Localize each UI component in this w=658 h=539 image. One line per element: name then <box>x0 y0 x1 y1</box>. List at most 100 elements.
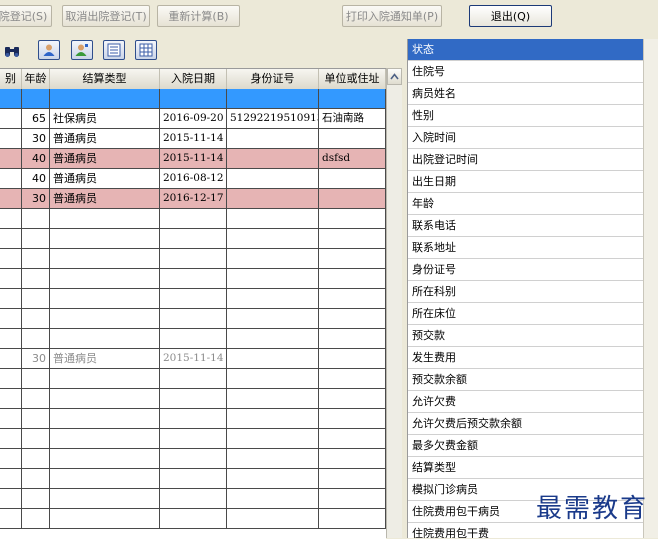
cell-date[interactable] <box>160 509 227 528</box>
table-row[interactable]: 40 普通病员 2016-08-12 <box>0 169 386 189</box>
cell-sex[interactable] <box>0 469 22 488</box>
cell-addr[interactable] <box>319 349 386 368</box>
cell-type[interactable] <box>50 449 160 468</box>
cell-age[interactable]: 65 <box>22 109 50 128</box>
cell-type[interactable]: 普通病员 <box>50 189 160 208</box>
cell-sex[interactable] <box>0 109 22 128</box>
field-item[interactable]: 病员姓名 <box>408 83 644 105</box>
cell-id[interactable]: 5129221951091317 <box>227 109 319 128</box>
cell-type[interactable] <box>50 509 160 528</box>
binoculars-icon[interactable] <box>4 44 20 61</box>
header-address[interactable]: 单位或住址 <box>319 69 386 89</box>
cell-age[interactable] <box>22 249 50 268</box>
cell-id[interactable] <box>227 469 319 488</box>
field-item[interactable]: 联系电话 <box>408 215 644 237</box>
cell-sex[interactable] <box>0 249 22 268</box>
cell-age[interactable] <box>22 329 50 348</box>
patient-add-button[interactable] <box>71 40 93 60</box>
cell-sex[interactable] <box>0 149 22 168</box>
cell-type[interactable] <box>50 489 160 508</box>
cell-date[interactable]: 2016-12-17 <box>160 189 227 208</box>
cell-type[interactable] <box>50 209 160 228</box>
field-item[interactable]: 性别 <box>408 105 644 127</box>
cell-sex[interactable] <box>0 389 22 408</box>
cell-date[interactable] <box>160 409 227 428</box>
cell-date[interactable] <box>160 389 227 408</box>
table-row[interactable] <box>0 369 386 389</box>
cell-date[interactable] <box>160 489 227 508</box>
cell-id[interactable] <box>227 189 319 208</box>
cell-sex[interactable] <box>0 369 22 388</box>
table-row[interactable] <box>0 329 386 349</box>
cell-sex[interactable] <box>0 269 22 288</box>
cell-age[interactable] <box>22 509 50 528</box>
field-item[interactable]: 预交款 <box>408 325 644 347</box>
cell-age[interactable] <box>22 289 50 308</box>
table-row[interactable] <box>0 509 386 529</box>
cell-date[interactable] <box>160 329 227 348</box>
cell-type[interactable] <box>50 269 160 288</box>
cell-id[interactable] <box>227 409 319 428</box>
table-row[interactable] <box>0 309 386 329</box>
cell-id[interactable] <box>227 229 319 248</box>
patient-grid[interactable]: 别 年龄 结算类型 入院日期 身份证号 单位或住址 65 社保病员 2016-09-… <box>0 68 386 539</box>
cell-age[interactable]: 30 <box>22 189 50 208</box>
cell-addr[interactable] <box>319 449 386 468</box>
cell-type[interactable] <box>50 289 160 308</box>
table-row[interactable] <box>0 249 386 269</box>
cell-addr[interactable] <box>319 169 386 188</box>
cell-id[interactable] <box>227 369 319 388</box>
cell-sex[interactable] <box>0 349 22 368</box>
cell-addr[interactable] <box>319 489 386 508</box>
cell-id[interactable] <box>227 149 319 168</box>
table-row[interactable] <box>0 489 386 509</box>
cell-type[interactable] <box>50 89 160 108</box>
cell-date[interactable]: 2016-09-20 <box>160 109 227 128</box>
cell-sex[interactable] <box>0 229 22 248</box>
cell-age[interactable] <box>22 449 50 468</box>
list-view-button[interactable] <box>103 40 125 60</box>
cell-addr[interactable] <box>319 189 386 208</box>
field-list-scrollbar[interactable] <box>643 39 658 538</box>
field-item[interactable]: 允许欠费 <box>408 391 644 413</box>
cell-addr[interactable] <box>319 89 386 108</box>
field-item[interactable]: 住院号 <box>408 61 644 83</box>
cell-sex[interactable] <box>0 209 22 228</box>
cell-age[interactable] <box>22 229 50 248</box>
cell-age[interactable] <box>22 409 50 428</box>
field-item[interactable]: 所在科别 <box>408 281 644 303</box>
cell-date[interactable] <box>160 469 227 488</box>
cell-date[interactable] <box>160 209 227 228</box>
cell-addr[interactable]: dsfsd <box>319 149 386 168</box>
cell-id[interactable] <box>227 249 319 268</box>
table-row[interactable] <box>0 449 386 469</box>
exit-button[interactable]: 退出(Q) <box>469 5 552 27</box>
cell-sex[interactable] <box>0 169 22 188</box>
cell-age[interactable] <box>22 469 50 488</box>
cell-age[interactable] <box>22 369 50 388</box>
table-row[interactable] <box>0 429 386 449</box>
header-admission-date[interactable]: 入院日期 <box>160 69 227 89</box>
table-row[interactable] <box>0 209 386 229</box>
cell-addr[interactable] <box>319 329 386 348</box>
cell-age[interactable]: 30 <box>22 349 50 368</box>
cell-sex[interactable] <box>0 309 22 328</box>
cell-date[interactable] <box>160 369 227 388</box>
cell-id[interactable] <box>227 329 319 348</box>
field-item[interactable]: 联系地址 <box>408 237 644 259</box>
cell-sex[interactable] <box>0 89 22 108</box>
cell-type[interactable] <box>50 429 160 448</box>
cell-addr[interactable] <box>319 249 386 268</box>
cell-sex[interactable] <box>0 509 22 528</box>
cell-age[interactable] <box>22 269 50 288</box>
cell-id[interactable] <box>227 309 319 328</box>
cell-addr[interactable]: 石油南路 <box>319 109 386 128</box>
cell-addr[interactable] <box>319 229 386 248</box>
cell-type[interactable] <box>50 309 160 328</box>
cell-date[interactable] <box>160 229 227 248</box>
table-row[interactable]: 30 普通病员 2015-11-14 <box>0 129 386 149</box>
cell-date[interactable]: 2015-11-14 <box>160 129 227 148</box>
field-item[interactable]: 结算类型 <box>408 457 644 479</box>
cell-id[interactable] <box>227 509 319 528</box>
table-row[interactable] <box>0 289 386 309</box>
